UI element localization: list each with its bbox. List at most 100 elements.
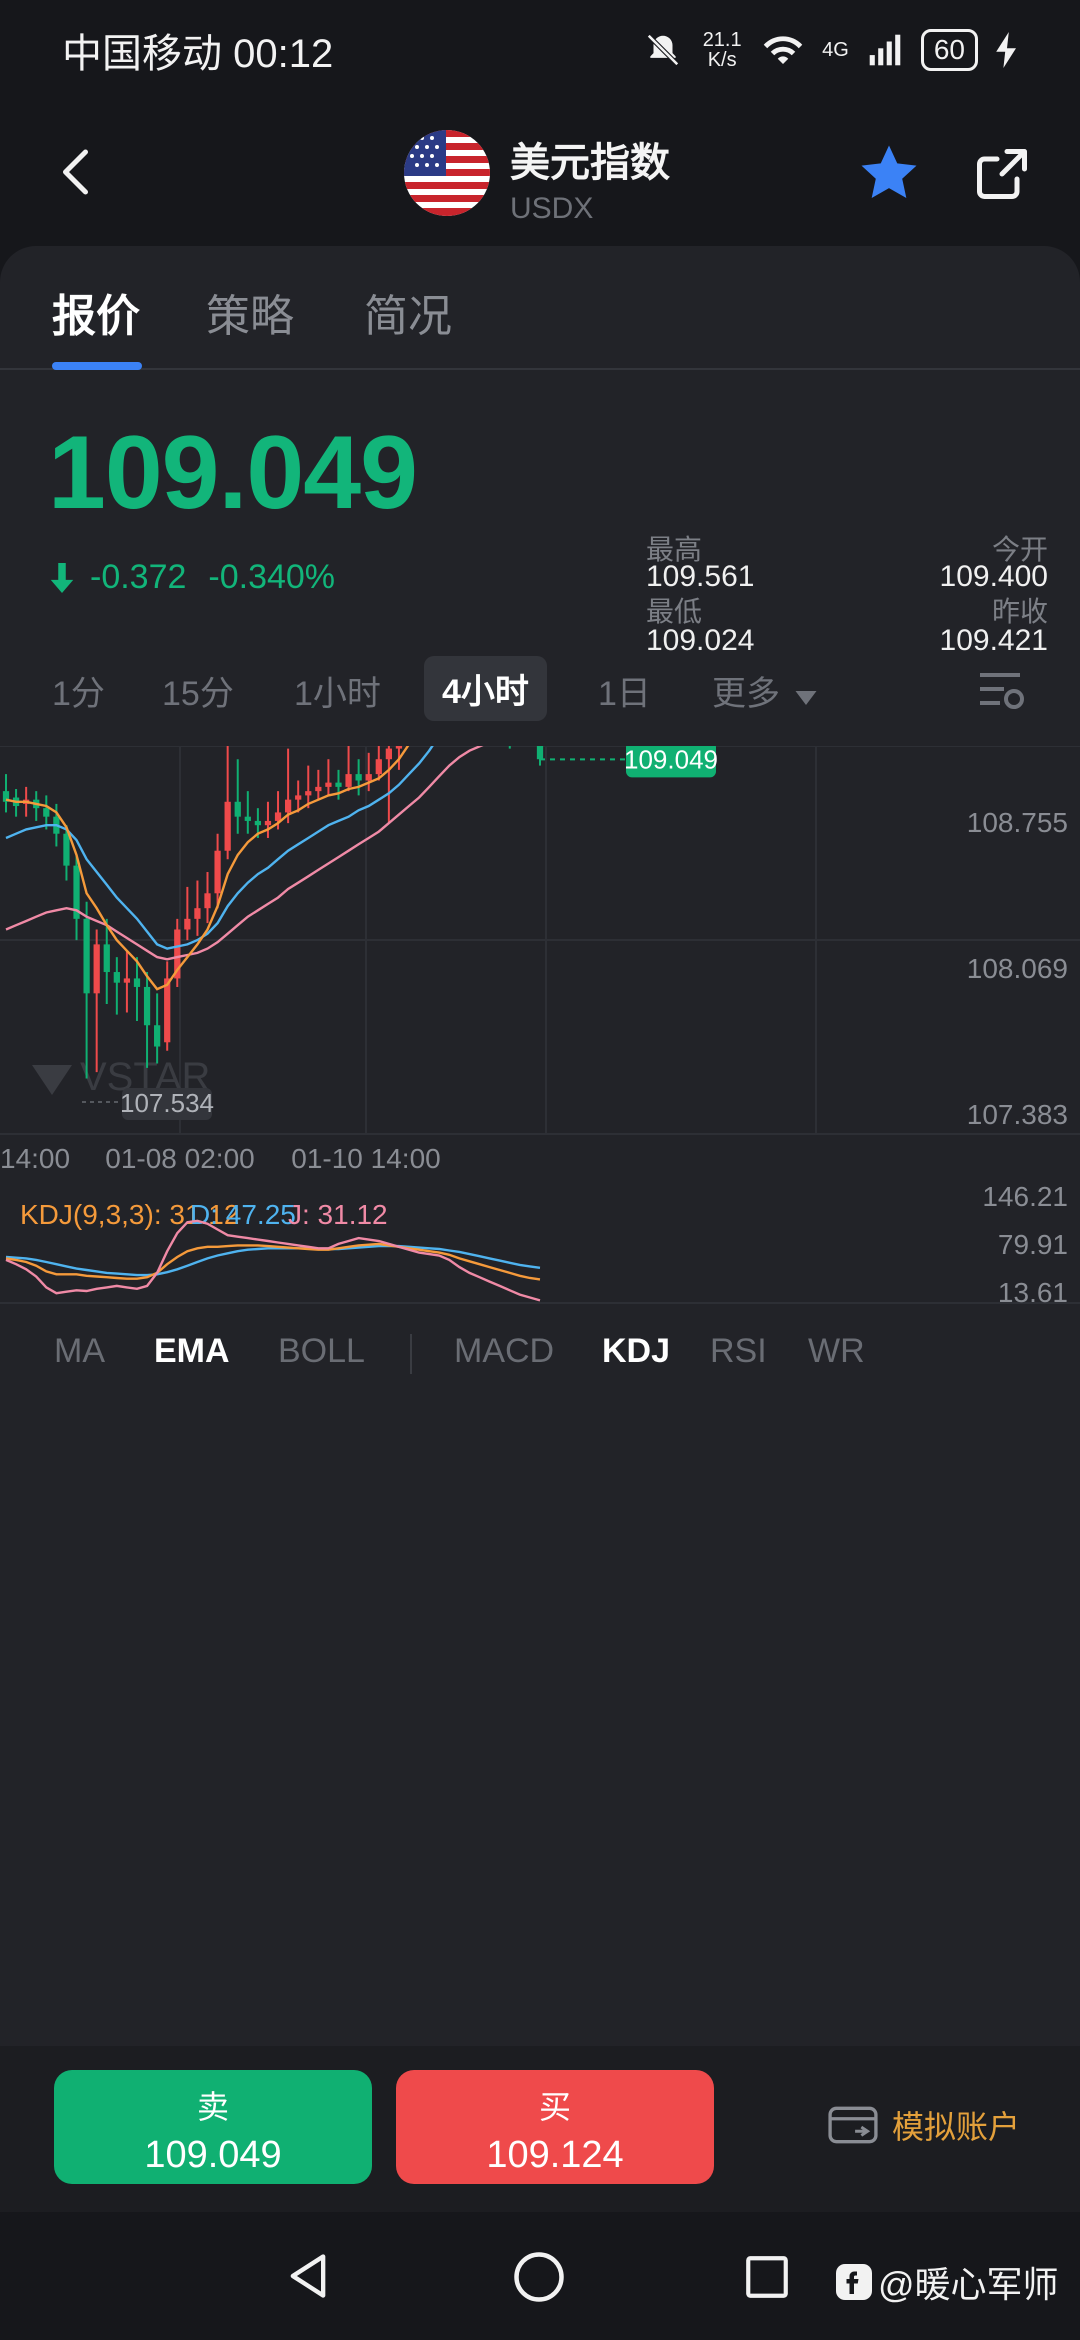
candle-body bbox=[83, 918, 90, 994]
chart-settings-icon[interactable] bbox=[976, 668, 1028, 714]
header: 美元指数 USDX bbox=[0, 100, 1080, 250]
tab-quote[interactable]: 报价 bbox=[52, 280, 140, 344]
charging-icon bbox=[996, 32, 1016, 68]
kdj-d-legend: D: 47.25 bbox=[190, 1199, 296, 1230]
page-symbol: USDX bbox=[510, 192, 594, 225]
candle-body bbox=[274, 812, 282, 821]
favorite-star-icon[interactable] bbox=[856, 140, 922, 206]
candle-body bbox=[43, 808, 50, 817]
period-more-label: 更多 bbox=[712, 675, 780, 713]
candle-body bbox=[93, 944, 100, 994]
tab-overview[interactable]: 简况 bbox=[364, 280, 452, 344]
nav-home-icon[interactable] bbox=[512, 2250, 566, 2304]
mute-bell-icon bbox=[647, 34, 680, 66]
high-value: 109.561 bbox=[646, 560, 755, 593]
candle-body bbox=[224, 801, 231, 851]
kdj-tick-label: 79.91 bbox=[998, 1229, 1068, 1260]
nav-recents-icon[interactable] bbox=[742, 2252, 792, 2302]
candle-body bbox=[123, 978, 131, 983]
current-price: 109.049 bbox=[48, 415, 418, 531]
candle-body bbox=[63, 833, 70, 866]
change-percent: -0.340% bbox=[208, 558, 336, 596]
caret-down-icon bbox=[795, 691, 817, 705]
candle-body bbox=[345, 774, 352, 787]
x-tick-label: 01-08 02:00 bbox=[105, 1143, 254, 1174]
period-15m[interactable]: 15分 bbox=[162, 666, 234, 715]
low-marker-label: 107.534 bbox=[120, 1088, 214, 1118]
share-external-icon[interactable] bbox=[972, 144, 1032, 204]
candle-body bbox=[113, 972, 120, 983]
y-tick-label: 108.755 bbox=[967, 807, 1068, 838]
change-value: -0.372 bbox=[90, 558, 187, 596]
candle-body bbox=[325, 782, 332, 787]
sell-label: 卖 bbox=[196, 2089, 229, 2125]
status-bar: 中国移动 00:12 21.1 K/s 4G 60 bbox=[0, 0, 1080, 100]
candle-body bbox=[133, 978, 141, 987]
period-1m[interactable]: 1分 bbox=[52, 666, 105, 715]
vstar-logo-icon bbox=[32, 1065, 72, 1095]
candle-body bbox=[305, 791, 312, 796]
sell-button[interactable]: 卖 109.049 bbox=[54, 2070, 372, 2184]
top-tabs: 报价 策略 简况 bbox=[0, 246, 1080, 370]
kdj-j-legend: J: 31.12 bbox=[288, 1199, 388, 1230]
page-title: 美元指数 bbox=[510, 141, 670, 185]
buy-button[interactable]: 买 109.124 bbox=[396, 2070, 714, 2184]
nav-back-icon[interactable] bbox=[282, 2250, 334, 2302]
candle-body bbox=[103, 944, 110, 973]
price-change: -0.372 -0.340% bbox=[48, 558, 335, 597]
prev-close-value: 109.421 bbox=[939, 624, 1048, 657]
candlestick-chart[interactable]: VSTAR110.127109.441108.755108.069107.383… bbox=[0, 746, 1080, 1952]
back-arrow-icon[interactable] bbox=[48, 142, 108, 202]
y-tick-label: 108.069 bbox=[967, 953, 1068, 984]
candle-body bbox=[254, 820, 262, 826]
low-value: 109.024 bbox=[646, 624, 755, 657]
period-selector: 1分 15分 1小时 4小时 1日 更多 bbox=[0, 654, 1080, 734]
down-arrow-icon bbox=[50, 562, 74, 593]
open-value: 109.400 bbox=[939, 560, 1048, 593]
candle-body bbox=[335, 782, 342, 787]
buy-price: 109.124 bbox=[486, 2134, 624, 2176]
status-icons: 21.1 K/s 4G 60 bbox=[644, 29, 1018, 71]
candle-body bbox=[264, 820, 272, 826]
net-speed: 21.1 K/s bbox=[702, 29, 742, 71]
candle-body bbox=[355, 774, 362, 781]
tab-underline bbox=[52, 362, 142, 370]
period-1h[interactable]: 1小时 bbox=[294, 666, 381, 715]
candle-body bbox=[536, 746, 544, 760]
candle-body bbox=[295, 795, 302, 800]
signal-icon bbox=[869, 34, 901, 66]
weibo-logo-icon bbox=[836, 2264, 872, 2300]
buy-label: 买 bbox=[538, 2089, 571, 2125]
candle-body bbox=[184, 918, 191, 930]
demo-account-button[interactable]: 模拟账户 bbox=[828, 2102, 1020, 2148]
kdj-tick-label: 13.61 bbox=[998, 1277, 1068, 1308]
candle-body bbox=[154, 1025, 161, 1047]
candle-body bbox=[214, 850, 221, 894]
watermark: @暖心军师 bbox=[836, 2256, 1059, 2308]
period-more[interactable]: 更多 bbox=[712, 666, 817, 715]
tab-strategy[interactable]: 策略 bbox=[206, 280, 294, 344]
watermark-text: @暖心军师 bbox=[878, 2264, 1059, 2305]
sell-price: 109.049 bbox=[144, 2134, 282, 2176]
card-icon bbox=[828, 2106, 878, 2144]
title-box: 美元指数 USDX bbox=[510, 130, 670, 226]
period-4h[interactable]: 4小时 bbox=[424, 656, 547, 721]
candle-body bbox=[395, 746, 403, 749]
network-type: 4G bbox=[822, 38, 849, 61]
period-1d[interactable]: 1日 bbox=[598, 666, 651, 715]
candle-body bbox=[375, 759, 382, 775]
candle-body bbox=[204, 893, 211, 909]
candle-body bbox=[164, 978, 171, 1043]
candle-body bbox=[385, 748, 392, 760]
candle-body bbox=[143, 986, 151, 1026]
y-tick-label: 107.383 bbox=[967, 1099, 1068, 1130]
kdj-tick-label: 146.21 bbox=[982, 1181, 1068, 1212]
wifi-icon bbox=[763, 36, 803, 64]
candle-body bbox=[315, 786, 322, 792]
system-nav-bar: @暖心军师 bbox=[0, 2212, 1080, 2340]
candle-body bbox=[284, 799, 292, 813]
x-tick-label: 14:00 bbox=[0, 1143, 70, 1174]
trade-bar: 卖 109.049 买 109.124 模拟账户 bbox=[0, 2046, 1080, 2212]
carrier-time: 中国移动 00:12 bbox=[62, 32, 334, 76]
candle-body bbox=[234, 801, 241, 817]
